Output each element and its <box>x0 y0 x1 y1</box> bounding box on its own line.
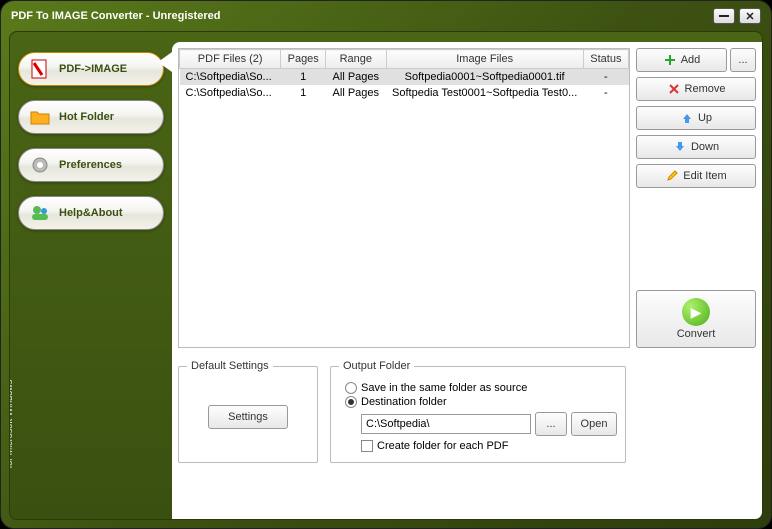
nav-help-about[interactable]: Help&About <box>18 196 164 230</box>
radio-destination-folder[interactable]: Destination folder <box>345 396 617 408</box>
checkbox-icon <box>361 440 373 452</box>
convert-button[interactable]: ▶ Convert <box>636 290 756 348</box>
minimize-button[interactable] <box>713 8 735 24</box>
arrow-down-icon <box>673 140 687 154</box>
col-range[interactable]: Range <box>326 50 387 69</box>
app-window: PDF To IMAGE Converter - Unregistered ✕ … <box>0 0 772 529</box>
play-icon: ▶ <box>682 298 710 326</box>
main-panel: PDF Files (2) Pages Range Image Files St… <box>172 42 762 519</box>
table-row[interactable]: C:\Softpedia\So... 1 All Pages Softpedia… <box>180 85 629 101</box>
arrow-up-icon <box>680 111 694 125</box>
col-pages[interactable]: Pages <box>281 50 326 69</box>
edit-item-button[interactable]: Edit Item <box>636 164 756 188</box>
settings-button[interactable]: Settings <box>208 405 288 429</box>
add-button[interactable]: Add <box>636 48 727 72</box>
radio-same-folder[interactable]: Save in the same folder as source <box>345 382 617 394</box>
col-image[interactable]: Image Files <box>386 50 583 69</box>
default-settings-legend: Default Settings <box>187 360 273 372</box>
nav-label: Hot Folder <box>59 111 114 123</box>
down-button[interactable]: Down <box>636 135 756 159</box>
pencil-icon <box>665 169 679 183</box>
output-folder-legend: Output Folder <box>339 360 414 372</box>
open-button[interactable]: Open <box>571 412 617 436</box>
nav-preferences[interactable]: Preferences <box>18 148 164 182</box>
file-table[interactable]: PDF Files (2) Pages Range Image Files St… <box>178 48 630 348</box>
output-folder-group: Output Folder Save in the same folder as… <box>330 360 626 463</box>
col-status[interactable]: Status <box>583 50 628 69</box>
up-button[interactable]: Up <box>636 106 756 130</box>
people-icon <box>29 202 51 224</box>
brand-vertical: OPOOSOFT The Professional PDF Authoring … <box>9 349 14 499</box>
folder-icon <box>29 106 51 128</box>
brand-tagline2: for Microsoft Windows <box>9 349 14 499</box>
remove-button[interactable]: Remove <box>636 77 756 101</box>
x-icon <box>667 82 681 96</box>
sidebar: PDF->IMAGE Hot Folder Preferences Help&A… <box>10 32 172 519</box>
nav-pdf-to-image[interactable]: PDF->IMAGE <box>18 52 164 86</box>
close-button[interactable]: ✕ <box>739 8 761 24</box>
pdf-icon <box>29 58 51 80</box>
gear-icon <box>29 154 51 176</box>
radio-icon <box>345 396 357 408</box>
col-pdf[interactable]: PDF Files (2) <box>180 50 281 69</box>
nav-label: PDF->IMAGE <box>59 63 127 75</box>
default-settings-group: Default Settings Settings <box>178 360 318 463</box>
nav-hot-folder[interactable]: Hot Folder <box>18 100 164 134</box>
nav-label: Preferences <box>59 159 122 171</box>
destination-path-input[interactable] <box>361 414 531 434</box>
browse-button[interactable]: ... <box>535 412 567 436</box>
nav-label: Help&About <box>59 207 123 219</box>
action-column: Add ... Remove Up Down <box>636 48 756 348</box>
plus-icon <box>663 53 677 67</box>
checkbox-create-subfolder[interactable]: Create folder for each PDF <box>361 440 617 452</box>
table-row[interactable]: C:\Softpedia\So... 1 All Pages Softpedia… <box>180 69 629 86</box>
window-title: PDF To IMAGE Converter - Unregistered <box>11 10 220 22</box>
add-menu-button[interactable]: ... <box>730 48 756 72</box>
titlebar: PDF To IMAGE Converter - Unregistered ✕ <box>1 1 771 31</box>
radio-icon <box>345 382 357 394</box>
